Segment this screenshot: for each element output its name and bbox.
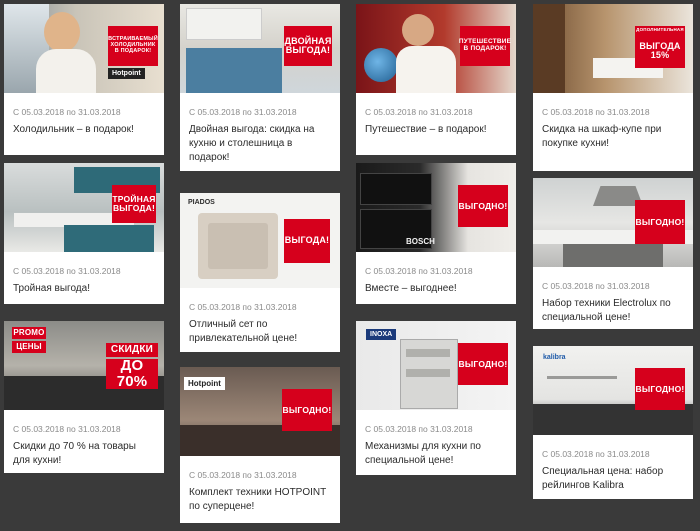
promo-badge: ВЫГОДНО!	[635, 368, 685, 410]
promo-card[interactable]: PIADOS ВЫГОДА! С 05.03.2018 по 31.03.201…	[180, 193, 340, 352]
brand-logo: INOXA	[366, 329, 397, 340]
promo-card[interactable]: BOSCH ВЫГОДНО! С 05.03.2018 по 31.03.201…	[356, 163, 516, 304]
promo-card[interactable]: Hotpoint ВЫГОДНО! С 05.03.2018 по 31.03.…	[180, 367, 340, 523]
promo-card[interactable]: kalibra ВЫГОДНО! С 05.03.2018 по 31.03.2…	[533, 346, 693, 499]
promo-image: ТРОЙНАЯ ВЫГОДА!	[4, 163, 164, 252]
promo-image: ДВОЙНАЯ ВЫГОДА!	[180, 4, 340, 93]
promo-title[interactable]: Специальная цена: набор рейлингов Kalibr…	[542, 465, 684, 493]
promo-date: С 05.03.2018 по 31.03.2018	[365, 107, 473, 117]
promo-badge: ПУТЕШЕСТВИЕ В ПОДАРОК!	[459, 26, 511, 66]
promo-badge: ВЫГОДНО!	[458, 343, 508, 385]
promo-badge-label: PROMO	[12, 327, 46, 339]
brand-logo: PIADOS	[188, 199, 215, 206]
promo-date: С 05.03.2018 по 31.03.2018	[542, 281, 650, 291]
promo-title[interactable]: Скидки до 70 % на товары для кухни!	[13, 440, 155, 468]
brand-logo: Hotpoint	[184, 377, 225, 390]
promo-badge-percent: до 70%	[106, 358, 158, 389]
promo-title[interactable]: Отличный сет по привлекательной цене!	[189, 318, 331, 346]
promo-image: kalibra ВЫГОДНО!	[533, 346, 693, 435]
promo-image: INOXA ВЫГОДНО!	[356, 321, 516, 410]
promo-badge: ВЫГОДНО!	[282, 389, 332, 431]
promo-title[interactable]: Холодильник – в подарок!	[13, 123, 155, 137]
promo-card[interactable]: ПУТЕШЕСТВИЕ В ПОДАРОК! С 05.03.2018 по 3…	[356, 4, 516, 155]
promo-title[interactable]: Скидка на шкаф-купе при покупке кухни!	[542, 123, 684, 151]
promo-title[interactable]: Тройная выгода!	[13, 282, 155, 296]
promo-badge: СКИДКИ	[106, 343, 158, 357]
promo-date: С 05.03.2018 по 31.03.2018	[542, 107, 650, 117]
promo-badge-label: ЦЕНЫ	[12, 341, 46, 353]
promo-image: ПУТЕШЕСТВИЕ В ПОДАРОК!	[356, 4, 516, 93]
promo-card[interactable]: ТРОЙНАЯ ВЫГОДА! С 05.03.2018 по 31.03.20…	[4, 163, 164, 304]
promo-date: С 05.03.2018 по 31.03.2018	[365, 266, 473, 276]
promo-badge: ВЫГОДА!	[284, 219, 330, 263]
promo-image: BOSCH ВЫГОДНО!	[356, 163, 516, 252]
promo-badge: ВЫГОДА 15%	[635, 34, 685, 68]
promo-card[interactable]: INOXA ВЫГОДНО! С 05.03.2018 по 31.03.201…	[356, 321, 516, 475]
promo-badge: ДВОЙНАЯ ВЫГОДА!	[284, 26, 332, 66]
promo-title[interactable]: Вместе – выгоднее!	[365, 282, 507, 296]
promo-card[interactable]: ВСТРАИВАЕМЫЙ ХОЛОДИЛЬНИК В ПОДАРОК! Hotp…	[4, 4, 164, 155]
promo-badge: ВЫГОДНО!	[635, 200, 685, 244]
brand-logo: Hotpoint	[108, 68, 145, 79]
promo-card[interactable]: PROMO ЦЕНЫ СКИДКИ до 70% С 05.03.2018 по…	[4, 321, 164, 473]
promo-card[interactable]: ДОПОЛНИТЕЛЬНАЯ ВЫГОДА 15% С 05.03.2018 п…	[533, 4, 693, 171]
brand-logo: BOSCH	[406, 237, 435, 246]
promo-badge: ВСТРАИВАЕМЫЙ ХОЛОДИЛЬНИК В ПОДАРОК!	[108, 26, 158, 66]
promo-date: С 05.03.2018 по 31.03.2018	[365, 424, 473, 434]
promo-date: С 05.03.2018 по 31.03.2018	[13, 424, 121, 434]
promo-date: С 05.03.2018 по 31.03.2018	[13, 266, 121, 276]
promo-date: С 05.03.2018 по 31.03.2018	[189, 107, 297, 117]
promo-card[interactable]: ДВОЙНАЯ ВЫГОДА! С 05.03.2018 по 31.03.20…	[180, 4, 340, 171]
promo-title[interactable]: Механизмы для кухни по специальной цене!	[365, 440, 507, 468]
promo-badge-label: ДОПОЛНИТЕЛЬНАЯ	[635, 26, 685, 34]
promo-badge: ТРОЙНАЯ ВЫГОДА!	[112, 185, 156, 223]
promo-image: PIADOS ВЫГОДА!	[180, 193, 340, 288]
promo-card[interactable]: ВЫГОДНО! С 05.03.2018 по 31.03.2018 Набо…	[533, 178, 693, 329]
promo-image: ДОПОЛНИТЕЛЬНАЯ ВЫГОДА 15%	[533, 4, 693, 93]
promo-image: Hotpoint ВЫГОДНО!	[180, 367, 340, 456]
promo-title[interactable]: Путешествие – в подарок!	[365, 123, 507, 137]
promo-badge: ВЫГОДНО!	[458, 185, 508, 227]
promo-date: С 05.03.2018 по 31.03.2018	[13, 107, 121, 117]
promo-title[interactable]: Набор техники Electrolux по специальной …	[542, 297, 684, 325]
promo-image: PROMO ЦЕНЫ СКИДКИ до 70%	[4, 321, 164, 410]
promo-image: ВЫГОДНО!	[533, 178, 693, 267]
promo-date: С 05.03.2018 по 31.03.2018	[542, 449, 650, 459]
promo-title[interactable]: Комплект техники HOTPOINT по суперцене!	[189, 486, 331, 514]
brand-logo: kalibra	[543, 354, 566, 361]
promo-image: ВСТРАИВАЕМЫЙ ХОЛОДИЛЬНИК В ПОДАРОК! Hotp…	[4, 4, 164, 93]
promo-date: С 05.03.2018 по 31.03.2018	[189, 470, 297, 480]
promo-title[interactable]: Двойная выгода: скидка на кухню и столеш…	[189, 123, 331, 165]
promo-date: С 05.03.2018 по 31.03.2018	[189, 302, 297, 312]
